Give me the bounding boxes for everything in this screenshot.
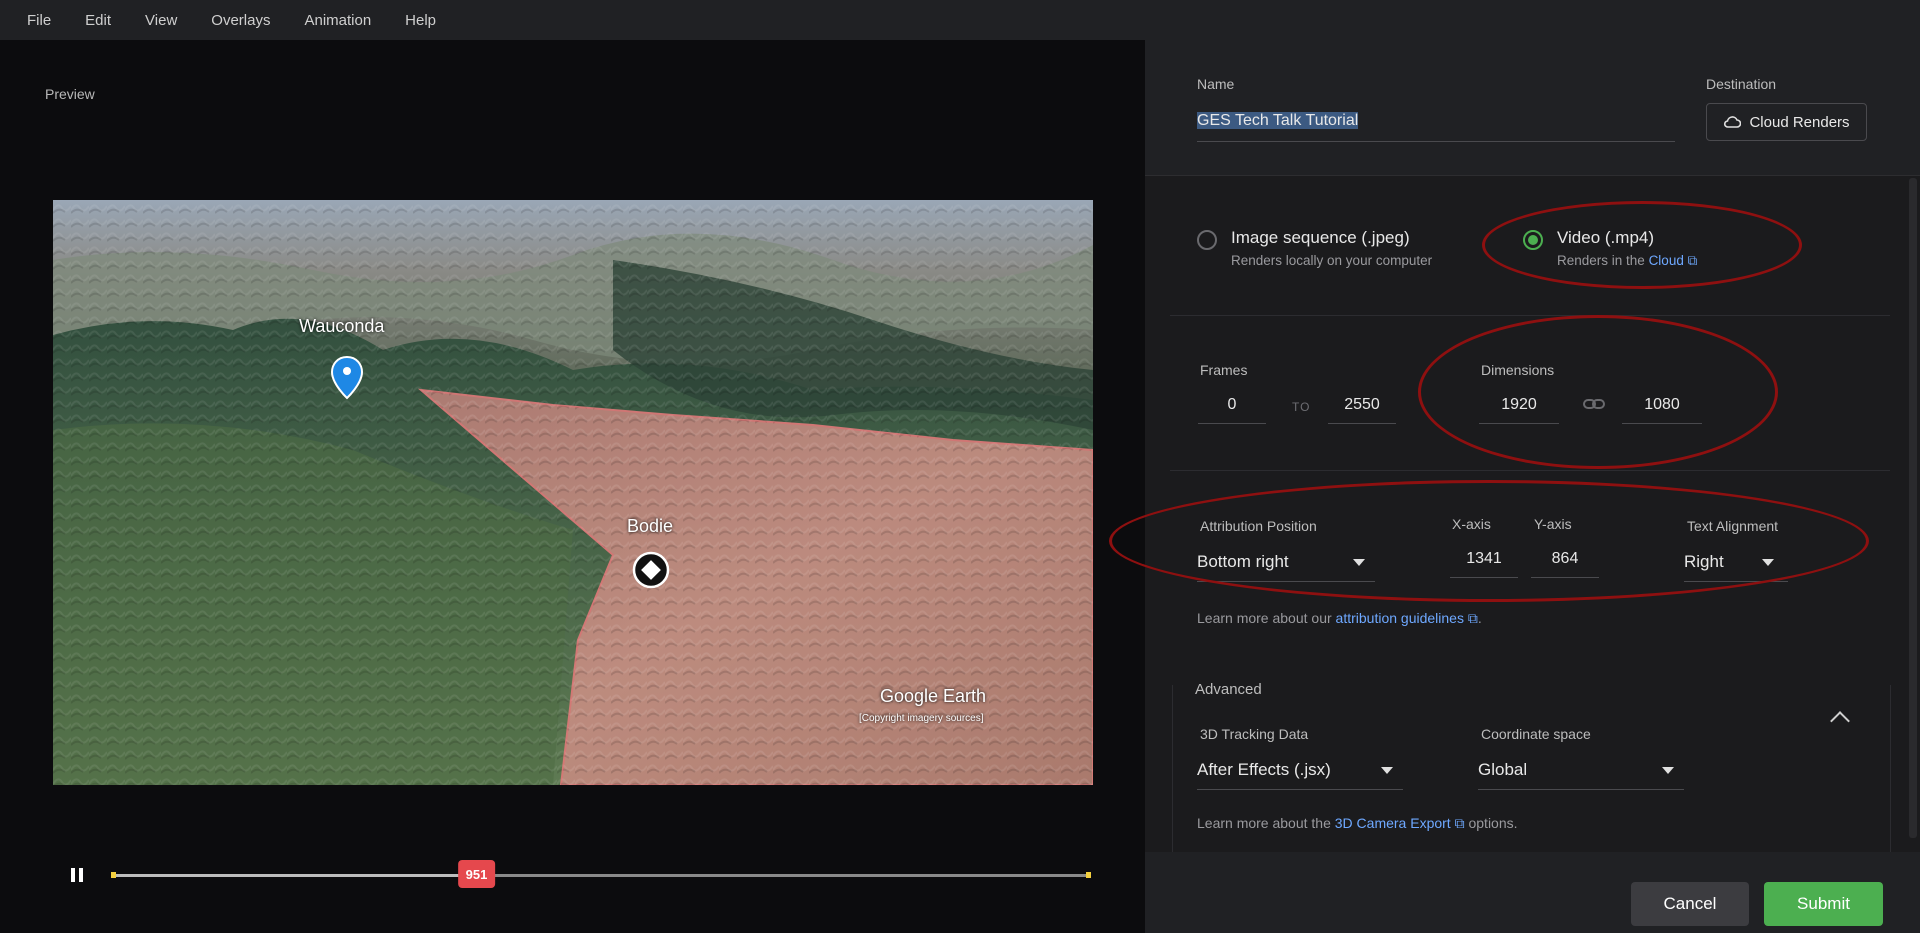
track-start-marker xyxy=(111,872,116,878)
dialog-footer: Cancel Submit xyxy=(1145,852,1920,933)
dimensions-width-input[interactable]: 1920 xyxy=(1479,388,1559,424)
text-alignment-value: Right xyxy=(1684,552,1724,571)
destination-label: Destination xyxy=(1706,76,1777,92)
coordinate-space-select[interactable]: Global xyxy=(1478,752,1684,790)
radio-video-indicator[interactable] xyxy=(1523,230,1543,250)
watermark-brand: Google Earth xyxy=(880,686,987,706)
chevron-down-icon xyxy=(1662,767,1674,774)
annotation-ring-attribution xyxy=(1109,480,1869,602)
preview-viewport[interactable]: Wauconda Bodie Google Earth [Copyright i… xyxy=(53,200,1093,785)
y-axis-label: Y-axis xyxy=(1534,516,1572,532)
attribution-guidelines-link[interactable]: attribution guidelines xyxy=(1336,610,1464,626)
image-sequence-sub: Renders locally on your computer xyxy=(1231,253,1433,268)
dialog-header: Name GES Tech Talk Tutorial Destination … xyxy=(1145,40,1920,176)
watermark-credit: [Copyright imagery sources] xyxy=(859,713,984,724)
pause-button[interactable] xyxy=(66,864,88,886)
external-link-icon: ⧉ xyxy=(1467,610,1478,626)
text-alignment-select[interactable]: Right xyxy=(1684,544,1788,582)
attribution-note-suffix: . xyxy=(1477,610,1482,626)
frames-end-input[interactable]: 2550 xyxy=(1328,388,1396,424)
divider-1 xyxy=(1170,315,1890,316)
tracking-data-value: After Effects (.jsx) xyxy=(1197,760,1331,779)
destination-value: Cloud Renders xyxy=(1749,113,1850,131)
coordinate-space-value: Global xyxy=(1478,760,1528,779)
timeline-track[interactable]: 951 xyxy=(111,860,1091,888)
frames-start-input[interactable]: 0 xyxy=(1198,388,1266,424)
cancel-button[interactable]: Cancel xyxy=(1631,882,1749,926)
tracking-data-label: 3D Tracking Data xyxy=(1200,726,1309,742)
radio-image-sequence-indicator[interactable] xyxy=(1197,230,1217,250)
track-end-marker xyxy=(1086,872,1091,878)
chevron-down-icon xyxy=(1381,767,1393,774)
name-label: Name xyxy=(1197,76,1235,92)
attribution-note-prefix: Learn more about our xyxy=(1197,610,1336,626)
frames-to-label: TO xyxy=(1292,400,1311,414)
preview-label: Preview xyxy=(45,86,95,102)
menu-bar: File Edit View Overlays Animation Help xyxy=(0,0,1920,40)
menu-help[interactable]: Help xyxy=(405,12,436,29)
y-axis-input[interactable]: 864 xyxy=(1531,542,1599,578)
external-link-icon: ⧉ xyxy=(1454,815,1465,831)
menu-overlays[interactable]: Overlays xyxy=(211,12,270,29)
video-sub-prefix: Renders in the xyxy=(1557,253,1649,268)
label-bodie: Bodie xyxy=(627,516,674,536)
destination-button[interactable]: Cloud Renders xyxy=(1706,103,1867,141)
text-alignment-label: Text Alignment xyxy=(1687,518,1779,534)
chevron-down-icon xyxy=(1762,559,1774,566)
divider-2 xyxy=(1170,470,1890,471)
menu-edit[interactable]: Edit xyxy=(85,12,111,29)
dimensions-label: Dimensions xyxy=(1481,362,1555,378)
x-axis-label: X-axis xyxy=(1452,516,1491,532)
export-dialog: Name GES Tech Talk Tutorial Destination … xyxy=(1109,40,1920,933)
attribution-position-value: Bottom right xyxy=(1197,552,1289,571)
attribution-note: Learn more about our attribution guideli… xyxy=(1197,610,1482,627)
video-title: Video (.mp4) xyxy=(1557,228,1655,247)
camera-export-note-suffix: options. xyxy=(1464,815,1518,831)
camera-export-note-prefix: Learn more about the xyxy=(1197,815,1335,831)
timeline: 951 xyxy=(0,860,1145,900)
link-dimensions-icon[interactable] xyxy=(1583,397,1605,411)
image-sequence-title: Image sequence (.jpeg) xyxy=(1231,228,1410,247)
external-link-icon: ⧉ xyxy=(1687,253,1698,268)
video-sub: Renders in the Cloud ⧉ xyxy=(1557,253,1697,269)
preview-pane: Preview Wauconda Bodie Google Earth [Cop… xyxy=(0,40,1145,933)
name-input[interactable]: GES Tech Talk Tutorial xyxy=(1197,106,1675,142)
coordinate-space-label: Coordinate space xyxy=(1481,726,1591,742)
menu-animation[interactable]: Animation xyxy=(304,12,371,29)
cloud-link[interactable]: Cloud xyxy=(1649,253,1684,268)
x-axis-input[interactable]: 1341 xyxy=(1450,542,1518,578)
cloud-icon xyxy=(1724,116,1742,128)
tracking-data-select[interactable]: After Effects (.jsx) xyxy=(1197,752,1403,790)
camera-export-link[interactable]: 3D Camera Export xyxy=(1335,815,1451,831)
frames-label: Frames xyxy=(1200,362,1248,378)
radio-video[interactable]: Video (.mp4) Renders in the Cloud ⧉ xyxy=(1523,228,1697,269)
menu-view[interactable]: View xyxy=(145,12,177,29)
name-value: GES Tech Talk Tutorial xyxy=(1197,112,1359,129)
advanced-label: Advanced xyxy=(1195,681,1262,698)
camera-export-note: Learn more about the 3D Camera Export ⧉ … xyxy=(1197,815,1518,832)
dialog-scrollbar[interactable] xyxy=(1909,178,1917,838)
menu-file[interactable]: File xyxy=(27,12,51,29)
submit-button[interactable]: Submit xyxy=(1764,882,1883,926)
timeline-progress xyxy=(111,874,477,877)
attribution-position-label: Attribution Position xyxy=(1200,518,1317,534)
dimensions-height-input[interactable]: 1080 xyxy=(1622,388,1702,424)
annotation-ring-dimensions xyxy=(1418,315,1778,469)
label-wauconda: Wauconda xyxy=(299,316,385,336)
radio-image-sequence[interactable]: Image sequence (.jpeg) Renders locally o… xyxy=(1197,228,1432,268)
chevron-down-icon xyxy=(1353,559,1365,566)
playhead[interactable]: 951 xyxy=(457,860,496,888)
attribution-position-select[interactable]: Bottom right xyxy=(1197,544,1375,582)
